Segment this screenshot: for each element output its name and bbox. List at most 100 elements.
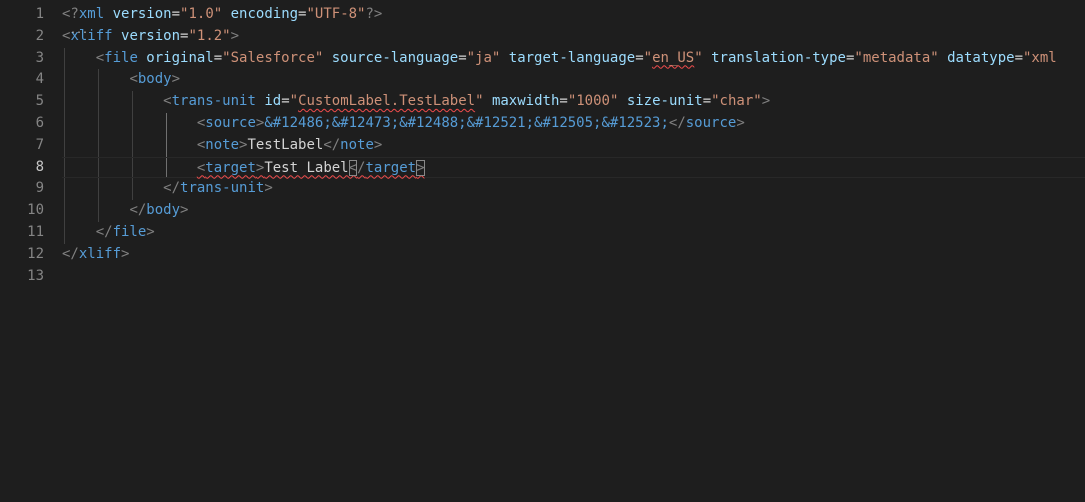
code-line-2[interactable]: ... <xliff version="1.2"> xyxy=(62,25,1085,48)
indent-guide xyxy=(64,157,65,178)
end-tag-open: </ xyxy=(323,136,341,153)
attr-value: "ja" xyxy=(466,49,501,66)
attr-equals: = xyxy=(213,49,223,66)
end-tag-name: target xyxy=(365,159,417,176)
code-line-13[interactable] xyxy=(62,266,1085,288)
attr-value: "1.2" xyxy=(188,27,231,44)
end-tag-open: </ xyxy=(62,245,79,262)
attr-name: version xyxy=(112,27,181,44)
attr-value: "UTF-8" xyxy=(306,6,366,22)
attr-quote: " xyxy=(289,93,299,110)
line-number: 1 xyxy=(35,6,44,22)
code-line-6[interactable]: <source>&#12486;&#12473;&#12488;&#12521;… xyxy=(62,112,1085,135)
end-tag-open: </ xyxy=(129,202,147,219)
indent-guide xyxy=(98,178,99,201)
tag-close-bracket: > xyxy=(736,114,745,131)
attr-value: "xml xyxy=(1023,49,1057,66)
indent-guide xyxy=(64,47,65,70)
attr-quote: " xyxy=(475,93,484,110)
code-line-4[interactable]: <body> xyxy=(62,69,1085,92)
attr-value: "Salesforce" xyxy=(222,49,324,66)
code-line-11[interactable]: </file> xyxy=(62,221,1085,244)
attr-name: maxwidth xyxy=(483,93,560,110)
line-number-gutter[interactable]: 1 2 3 4 5 6 7 8 9 10 11 12 13 xyxy=(0,4,44,287)
element-content: &#12486;&#12473;&#12488;&#12521;&#12505;… xyxy=(264,114,669,131)
end-tag-open: </ xyxy=(95,223,113,240)
code-editor[interactable]: 1 2 3 4 5 6 7 8 9 10 11 12 13 <?xml vers… xyxy=(0,0,1085,502)
element-content: Test Label xyxy=(264,159,349,176)
tag-name: file xyxy=(104,49,138,66)
code-line-12[interactable]: </xliff> xyxy=(62,244,1085,266)
indent-guide xyxy=(132,134,133,157)
attr-value-error[interactable]: en_US xyxy=(652,50,694,66)
attr-value-error[interactable]: CustomLabel.TestLabel xyxy=(298,93,475,109)
indent-guide xyxy=(98,91,99,113)
attr-name: target-language xyxy=(500,49,636,66)
tag-close-bracket: > xyxy=(761,93,771,110)
attr-value: "char" xyxy=(711,93,762,110)
end-tag-open: </ xyxy=(668,114,686,131)
indent-guide xyxy=(98,134,99,157)
end-tag-name: file xyxy=(112,223,147,240)
attr-equals: = xyxy=(458,49,467,66)
attr-quote: " xyxy=(643,49,653,66)
indent-guide xyxy=(132,112,133,135)
code-line-1[interactable]: <?xml version="1.0" encoding="UTF-8"?> xyxy=(62,4,1085,26)
attr-name: encoding xyxy=(222,6,299,22)
line-number: 9 xyxy=(35,180,44,197)
tag-close-bracket: > xyxy=(121,245,130,262)
indent-guide xyxy=(98,112,99,135)
indent-guide xyxy=(166,112,167,135)
line-number: 4 xyxy=(35,71,44,88)
end-tag-name: note xyxy=(340,136,374,153)
line-number: 6 xyxy=(35,114,44,131)
attr-name: datatype xyxy=(938,49,1015,66)
attr-equals: = xyxy=(281,93,290,110)
indent-guide xyxy=(64,69,65,92)
line-number: 12 xyxy=(27,245,44,262)
tag-name: target xyxy=(205,159,256,176)
tag-open-bracket: < xyxy=(163,93,172,110)
code-line-7[interactable]: <note>TestLabel</note> xyxy=(62,134,1085,157)
attr-name: source-language xyxy=(323,49,459,66)
tag-open-bracket: < xyxy=(129,71,138,88)
code-line-9[interactable]: </trans-unit> xyxy=(62,178,1085,201)
attr-equals: = xyxy=(1014,49,1023,66)
tag-close-bracket: > xyxy=(373,136,383,153)
tag-close-bracket: > xyxy=(146,223,155,240)
xml-decl-close: ?> xyxy=(365,6,383,22)
line-number-active: 8 xyxy=(35,158,44,175)
line-number: 11 xyxy=(27,223,44,240)
end-tag-name: trans-unit xyxy=(180,180,265,197)
code-line-5[interactable]: <trans-unit id="CustomLabel.TestLabel" m… xyxy=(62,91,1085,113)
line-number: 7 xyxy=(35,136,44,153)
code-line-8-current[interactable]: <target>Test Label</target> xyxy=(62,156,1085,179)
end-tag-open: </ xyxy=(163,180,181,197)
code-line-3[interactable]: <file original="Salesforce" source-langu… xyxy=(62,47,1085,70)
line-number: 10 xyxy=(27,202,44,219)
error-range[interactable]: <target>Test Label</target> xyxy=(197,159,425,176)
line-number: 2 xyxy=(35,27,44,44)
attr-equals: = xyxy=(559,93,568,110)
indent-guide xyxy=(64,112,65,135)
tag-name: trans-unit xyxy=(171,93,256,110)
indent-guide xyxy=(64,178,65,201)
attr-value: "metadata" xyxy=(854,49,939,66)
indent-guide xyxy=(98,69,99,92)
attr-value: "1.0" xyxy=(180,6,223,22)
fold-hint-icon[interactable]: ... xyxy=(70,20,88,42)
indent-guide xyxy=(166,134,167,157)
indent-guide xyxy=(98,157,99,178)
tag-close-bracket: > xyxy=(230,27,240,44)
indent-guide xyxy=(132,178,133,201)
attr-equals: = xyxy=(702,93,712,110)
attr-name: version xyxy=(104,6,172,22)
indent-guide xyxy=(132,157,133,178)
attr-quote: " xyxy=(694,49,703,66)
indent-guide xyxy=(132,91,133,113)
attr-name: original xyxy=(137,49,214,66)
code-line-10[interactable]: </body> xyxy=(62,200,1085,222)
tag-name: note xyxy=(205,136,240,153)
tag-name: source xyxy=(205,114,256,131)
code-area[interactable]: <?xml version="1.0" encoding="UTF-8"?> .… xyxy=(62,4,1085,287)
